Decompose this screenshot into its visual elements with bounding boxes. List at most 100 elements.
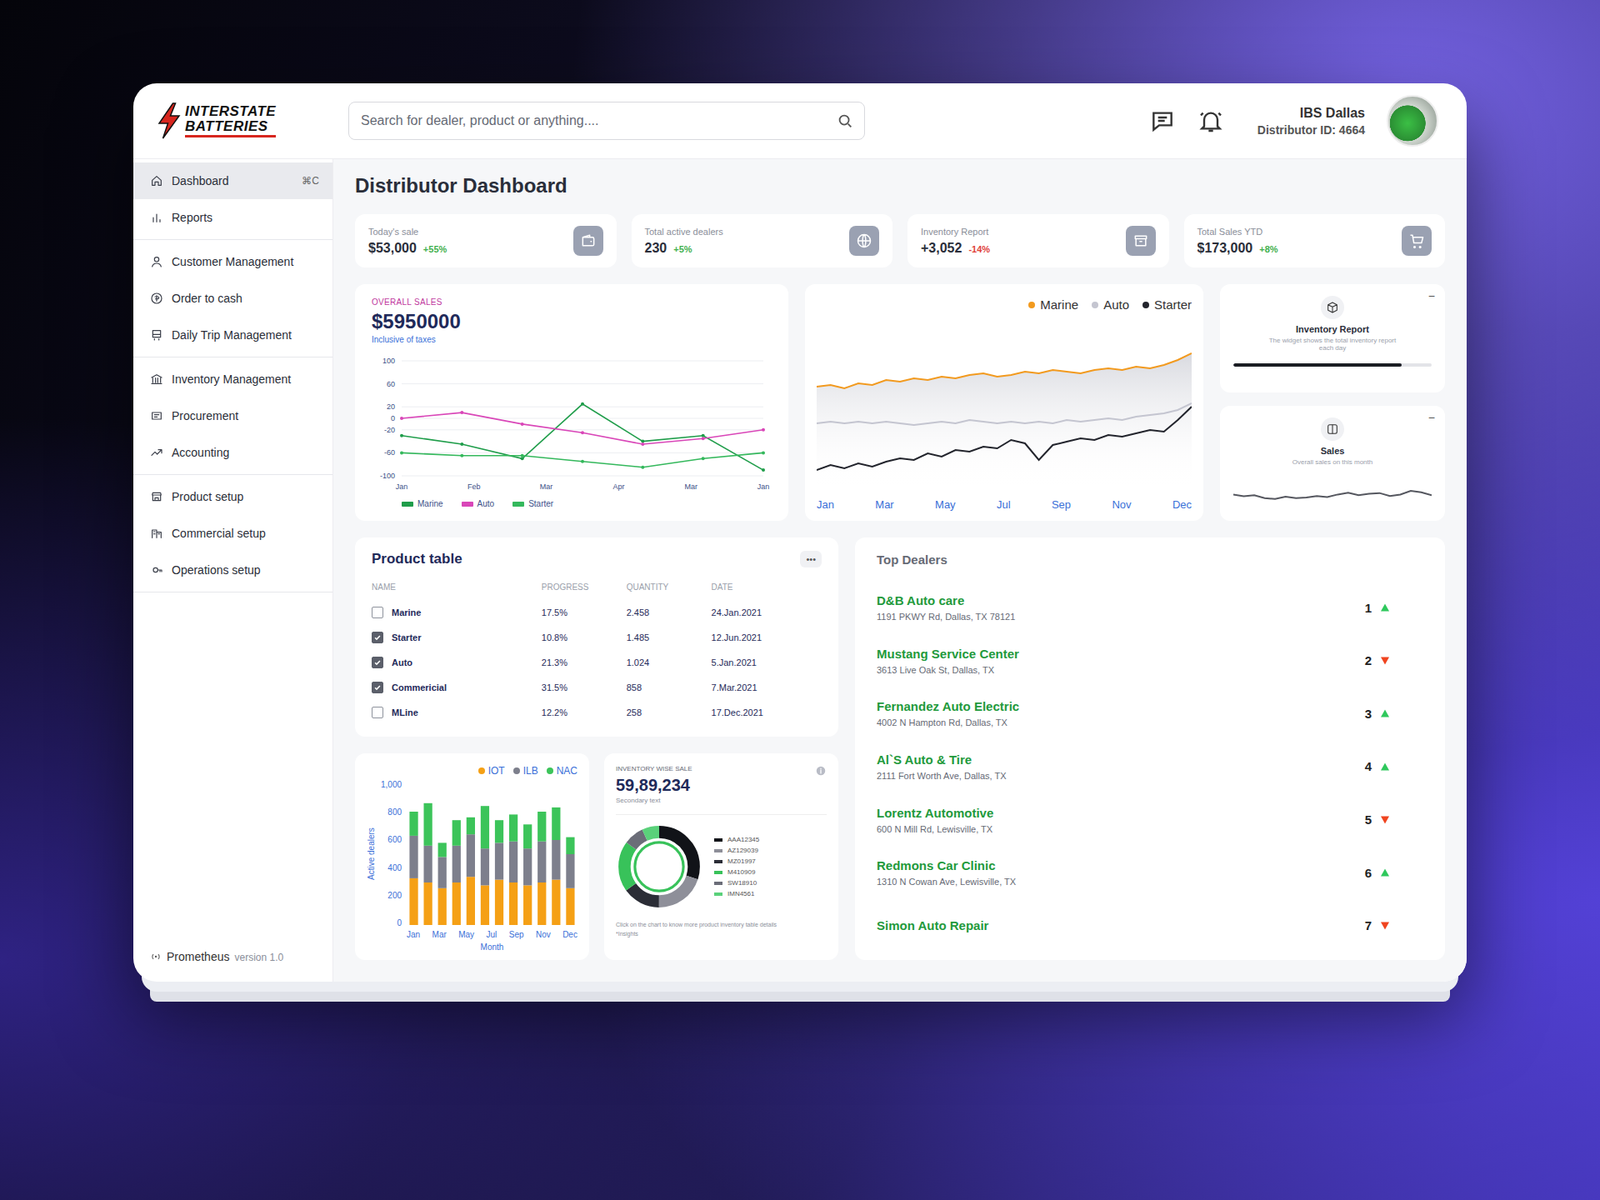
series-line[interactable]: [401, 452, 764, 467]
bar-segment[interactable]: [452, 845, 461, 883]
bar-segment[interactable]: [409, 878, 418, 925]
data-point[interactable]: [520, 456, 525, 460]
column-header[interactable]: NAME: [371, 582, 542, 592]
bar-segment[interactable]: [523, 885, 532, 925]
table-row[interactable]: MLine12.2%25817.Dec.2021: [371, 700, 822, 725]
donut-segment[interactable]: [624, 831, 694, 901]
data-point[interactable]: [701, 434, 705, 438]
bar-segment[interactable]: [424, 845, 433, 883]
search-input[interactable]: [359, 112, 836, 130]
bar-segment[interactable]: [424, 803, 433, 846]
data-point[interactable]: [400, 434, 404, 438]
bar-segment[interactable]: [480, 805, 490, 849]
bar-segment[interactable]: [565, 888, 575, 925]
bar-segment[interactable]: [409, 811, 418, 836]
data-point[interactable]: [640, 440, 645, 444]
bar-segment[interactable]: [537, 841, 546, 883]
table-row[interactable]: Marine17.5%2.45824.Jan.2021: [371, 600, 822, 625]
dealer-row[interactable]: Simon Auto Repair7: [876, 900, 1424, 952]
donut-chart[interactable]: [615, 823, 703, 910]
bar-segment[interactable]: [509, 841, 518, 883]
dealer-row[interactable]: Lorentz Automotive600 N Mill Rd, Lewisvi…: [876, 794, 1424, 846]
sidebar-item[interactable]: Dashboard⌘C: [133, 162, 333, 200]
data-point[interactable]: [761, 468, 765, 472]
row-checkbox[interactable]: [371, 631, 384, 644]
sidebar-item[interactable]: Commercial setup: [133, 515, 333, 552]
bar-segment[interactable]: [438, 888, 447, 925]
sidebar-item[interactable]: Procurement: [133, 397, 333, 435]
bar-segment[interactable]: [480, 885, 490, 925]
bar-segment[interactable]: [438, 842, 447, 857]
dealer-row[interactable]: Fernandez Auto Electric4002 N Hampton Rd…: [876, 687, 1424, 740]
column-header[interactable]: QUANTITY: [626, 582, 712, 592]
bar-segment[interactable]: [509, 814, 518, 841]
dealer-row[interactable]: D&B Auto care1191 PKWY Rd, Dallas, TX 78…: [876, 581, 1424, 634]
bar-segment[interactable]: [409, 835, 418, 879]
chat-icon[interactable]: [1149, 107, 1176, 135]
bar-segment[interactable]: [565, 854, 575, 889]
donut-segment[interactable]: [624, 831, 694, 901]
donut-segment[interactable]: [624, 831, 694, 901]
bar-segment[interactable]: [523, 824, 532, 849]
brand-logo[interactable]: INTERSTATEBATTERIES: [156, 101, 315, 140]
data-point[interactable]: [580, 402, 585, 406]
bar-segment[interactable]: [452, 882, 461, 925]
mini-card[interactable]: −Inventory ReportThe widget shows the to…: [1220, 284, 1445, 393]
data-point[interactable]: [580, 460, 585, 464]
dealer-row[interactable]: Redmons Car Clinic1310 N Cowan Ave, Lewi…: [876, 846, 1424, 899]
data-point[interactable]: [520, 422, 525, 426]
user-info[interactable]: IBS DallasDistributor ID: 4664: [1257, 105, 1365, 137]
series-line[interactable]: [401, 412, 764, 445]
bar-segment[interactable]: [466, 834, 475, 877]
sidebar-item[interactable]: Daily Trip Management: [133, 316, 333, 354]
bar-segment[interactable]: [438, 856, 447, 888]
bar-segment[interactable]: [495, 880, 504, 925]
sidebar-item[interactable]: Inventory Management: [133, 360, 333, 398]
series-line[interactable]: [401, 404, 764, 470]
data-point[interactable]: [761, 450, 765, 455]
donut-segment[interactable]: [624, 831, 694, 901]
minimize-button[interactable]: −: [1428, 410, 1435, 425]
row-checkbox[interactable]: [371, 606, 384, 619]
minimize-button[interactable]: −: [1428, 289, 1435, 303]
data-point[interactable]: [701, 456, 705, 460]
sidebar-item[interactable]: Operations setup: [133, 551, 333, 589]
row-checkbox[interactable]: [371, 656, 384, 669]
series-line[interactable]: [816, 353, 1192, 389]
data-point[interactable]: [580, 430, 585, 435]
bar-segment[interactable]: [509, 882, 518, 925]
bar-segment[interactable]: [523, 848, 532, 885]
bar-segment[interactable]: [495, 820, 504, 843]
data-point[interactable]: [400, 450, 404, 455]
row-checkbox[interactable]: [371, 681, 384, 694]
magnifier-icon[interactable]: [835, 111, 855, 130]
stat-card[interactable]: Today's sale$53,000+55%: [355, 214, 617, 268]
column-header[interactable]: PROGRESS: [541, 582, 627, 592]
row-checkbox[interactable]: [371, 706, 384, 719]
bar-segment[interactable]: [466, 876, 475, 925]
table-row[interactable]: Auto21.3%1.0245.Jan.2021: [371, 650, 822, 675]
data-point[interactable]: [520, 454, 525, 458]
data-point[interactable]: [460, 410, 464, 415]
avatar[interactable]: [1386, 95, 1439, 147]
mini-card[interactable]: −SalesOverall sales on this month: [1220, 405, 1445, 521]
search-field[interactable]: [348, 101, 865, 140]
bar-segment[interactable]: [537, 882, 546, 925]
table-row[interactable]: Commericial31.5%8587.Mar.2021: [371, 675, 822, 700]
bar-segment[interactable]: [480, 848, 490, 885]
sidebar-item[interactable]: Order to cash: [133, 280, 333, 317]
bell-icon[interactable]: [1197, 107, 1225, 135]
bar-segment[interactable]: [452, 820, 461, 846]
sidebar-item[interactable]: Customer Management: [133, 243, 333, 280]
data-point[interactable]: [761, 428, 765, 432]
bar-segment[interactable]: [551, 807, 560, 840]
data-point[interactable]: [640, 465, 645, 470]
info-icon[interactable]: [815, 765, 827, 777]
stat-card[interactable]: Inventory Report+3,052-14%: [907, 214, 1170, 268]
more-button[interactable]: •••: [800, 550, 822, 568]
stat-card[interactable]: Total Sales YTD$173,000+8%: [1184, 214, 1446, 268]
donut-segment[interactable]: [624, 831, 694, 901]
bar-segment[interactable]: [551, 880, 560, 925]
table-row[interactable]: Starter10.8%1.48512.Jun.2021: [371, 625, 822, 650]
bar-segment[interactable]: [565, 837, 575, 855]
